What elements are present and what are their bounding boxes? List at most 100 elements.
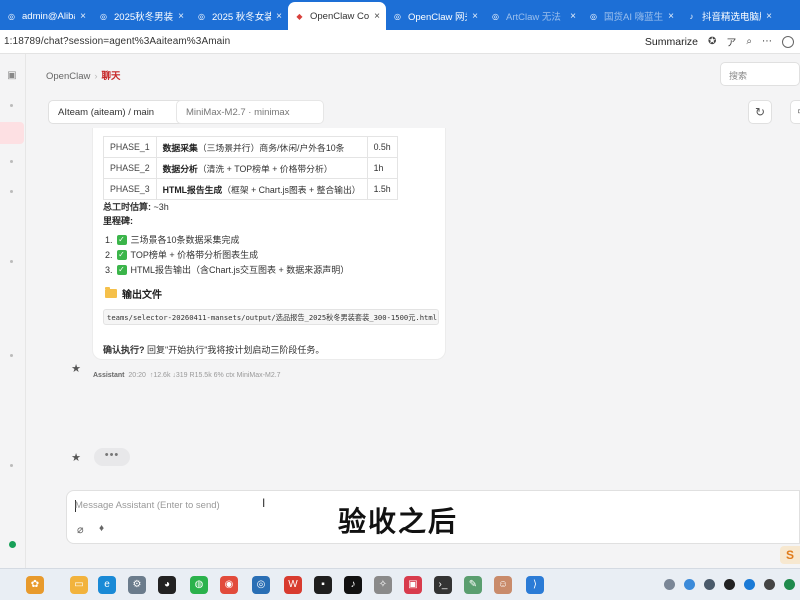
pycharm-icon[interactable]: ▪ <box>314 576 332 594</box>
tray-icon[interactable] <box>764 579 775 590</box>
address-bar: 1:18789/chat?session=agent%3Aaiteam%3Ama… <box>0 30 800 54</box>
tiktok-icon[interactable]: ♪ <box>344 576 362 594</box>
tray-icon[interactable] <box>704 579 715 590</box>
meta-stats: ↑12.6k ↓319 R15.5k 6% ctx MiniMax-M2.7 <box>149 372 281 379</box>
output-path: teams/selector-20260411-mansets/output/选… <box>103 309 439 325</box>
confirm-prompt: 确认执行? 回复"开始执行"我将按计划启动三阶段任务。 <box>103 343 324 356</box>
meta-sender: Assistant <box>93 372 125 379</box>
checkmark-icon: ✓ <box>116 234 127 245</box>
tab-close-icon[interactable]: × <box>80 11 86 22</box>
assistant-avatar-icon: ★ <box>71 452 81 464</box>
message-input[interactable]: Message Assistant (Enter to send) <box>75 500 220 511</box>
app-icon[interactable]: ✎ <box>464 576 482 594</box>
terminal-icon[interactable]: ›_ <box>434 576 452 594</box>
tab-favicon-icon: ◆ <box>296 11 303 21</box>
phase-row: PHASE_3 HTML报告生成（框架 + Chart.js图表 + 整合输出） 1… <box>103 178 398 200</box>
total-value: ~3h <box>151 202 169 212</box>
settings-gear-icon[interactable]: ⚙ <box>128 576 146 594</box>
breadcrumb-separator: › <box>94 71 98 82</box>
status-online-dot <box>9 541 16 548</box>
settings-icon[interactable] <box>782 35 794 48</box>
summarize-button[interactable]: Summarize <box>645 36 698 48</box>
phase-title: HTML报告生成 <box>162 184 223 195</box>
sidebar-toggle-icon[interactable]: ▣ <box>6 70 18 82</box>
confirm-text: 回复"开始执行"我将按计划启动三阶段任务。 <box>144 345 325 355</box>
browser-tab[interactable]: ◎ 国货AI 嗨蓝生 × <box>582 2 680 30</box>
wechat-icon[interactable]: ◍ <box>190 576 208 594</box>
output-heading-text: 输出文件 <box>122 290 162 301</box>
phase-table: PHASE_1 数据采集（三场景并行）商务/休闲/户外各10条 0.5h PHASE_… <box>103 136 398 200</box>
tab-close-icon[interactable]: × <box>472 11 478 22</box>
more-icon[interactable]: ⋯ <box>762 36 772 47</box>
translate-icon[interactable]: ア <box>726 34 736 49</box>
file-explorer-icon[interactable]: ▭ <box>70 576 88 594</box>
tab-close-icon[interactable]: × <box>570 11 576 22</box>
tab-close-icon[interactable]: × <box>668 11 674 22</box>
avatar-app-icon[interactable]: ☺ <box>494 576 512 594</box>
search-input[interactable]: 搜索 <box>720 62 800 86</box>
typing-indicator: ••• <box>94 448 130 466</box>
browser-tab[interactable]: ◎ OpenClaw 网关 × <box>386 2 484 30</box>
milestone-item: 2. ✓ TOP榜单 + 价格带分析图表生成 <box>105 247 349 262</box>
tab-favicon-icon: ◎ <box>8 11 15 21</box>
browser-tab[interactable]: ◎ 2025 秋冬女装 × <box>190 2 288 30</box>
mouse-cursor-icon: I <box>262 496 266 510</box>
vscode-icon[interactable]: ⟩ <box>526 576 544 594</box>
model-select[interactable]: MiniMax-M2.7 · minimax <box>176 100 324 124</box>
meta-time: 20:20 <box>128 372 146 379</box>
phase-hours: 1h <box>366 157 398 179</box>
tab-close-icon[interactable]: × <box>276 11 282 22</box>
milestones-label: 里程碑: <box>103 216 133 226</box>
left-sidebar: ▣ <box>0 54 26 568</box>
sogou-badge[interactable]: S <box>780 546 800 564</box>
refresh-button[interactable]: ↻ <box>748 100 772 124</box>
phase-row: PHASE_1 数据采集（三场景并行）商务/休闲/户外各10条 0.5h <box>103 136 398 158</box>
extra-button[interactable]: ▭ <box>790 100 800 124</box>
app-globe-icon[interactable]: ◎ <box>252 576 270 594</box>
tray-icon[interactable] <box>664 579 675 590</box>
milestone-text: 三场景各10条数据采集完成 <box>130 235 240 245</box>
total-estimate: 总工时估算: ~3h <box>103 200 169 213</box>
tab-close-icon[interactable]: × <box>374 11 380 22</box>
qq-tray-icon[interactable] <box>724 579 735 590</box>
phase-detail: （三场景并行）商务/休闲/户外各10条 <box>197 142 345 153</box>
milestone-number: 1. <box>105 234 113 245</box>
assistant-avatar-icon: ★ <box>71 363 81 375</box>
phase-hours: 1.5h <box>366 178 398 200</box>
onedrive-icon[interactable] <box>684 579 695 590</box>
phase-id: PHASE_2 <box>103 157 157 179</box>
tab-favicon-icon: ◎ <box>394 11 401 21</box>
attach-icon[interactable]: ⌀ <box>77 523 84 536</box>
tab-title: OpenClaw Cont <box>310 10 370 22</box>
tab-close-icon[interactable]: × <box>178 11 184 22</box>
sidebar-dot <box>10 260 13 263</box>
browser-tab[interactable]: ◎ ArtClaw 无法 × <box>484 2 582 30</box>
phase-detail: （清洗 + TOP榜单 + 价格带分析） <box>197 163 333 174</box>
chrome-icon[interactable]: ◉ <box>220 576 238 594</box>
microphone-icon[interactable]: ♦ <box>99 523 104 534</box>
breadcrumb-root[interactable]: OpenClaw <box>46 71 90 82</box>
browser-tab[interactable]: ◎ 2025秋冬男装价 × <box>92 2 190 30</box>
tab-close-icon[interactable]: × <box>766 11 772 22</box>
edge-browser-icon[interactable]: e <box>98 576 116 594</box>
wps-icon[interactable]: W <box>284 576 302 594</box>
sidebar-item-chat-active[interactable] <box>0 122 24 144</box>
browser-tab[interactable]: ◆ OpenClaw Cont × <box>288 2 386 30</box>
app-icon[interactable]: ▣ <box>404 576 422 594</box>
session-select[interactable]: AIteam (aiteam) / main <box>48 100 196 124</box>
url-field[interactable]: 1:18789/chat?session=agent%3Aaiteam%3Ama… <box>4 36 645 47</box>
tray-icon[interactable] <box>744 579 755 590</box>
breadcrumb-current: 聊天 <box>101 71 121 82</box>
tray-icon[interactable] <box>784 579 795 590</box>
taskbar-app-icon[interactable]: ✿ <box>26 576 44 594</box>
total-label: 总工时估算: <box>103 202 151 212</box>
copilot-icon[interactable]: ✪ <box>708 36 716 47</box>
browser-tab-bar: ◎ admin@Alibab × ◎ 2025秋冬男装价 × ◎ 2025 秋冬女装 × ◆ Ope… <box>0 0 800 30</box>
search-page-icon[interactable]: ⌕ <box>746 36 752 47</box>
browser-tab[interactable]: ◎ admin@Alibab × <box>0 2 92 30</box>
tab-favicon-icon: ◎ <box>492 11 499 21</box>
app-icon[interactable]: ✧ <box>374 576 392 594</box>
checkmark-icon: ✓ <box>116 264 127 275</box>
browser-tab[interactable]: ♪ 抖音精选电脑版 × <box>680 2 778 30</box>
qq-icon[interactable]: ◕ <box>158 576 176 594</box>
